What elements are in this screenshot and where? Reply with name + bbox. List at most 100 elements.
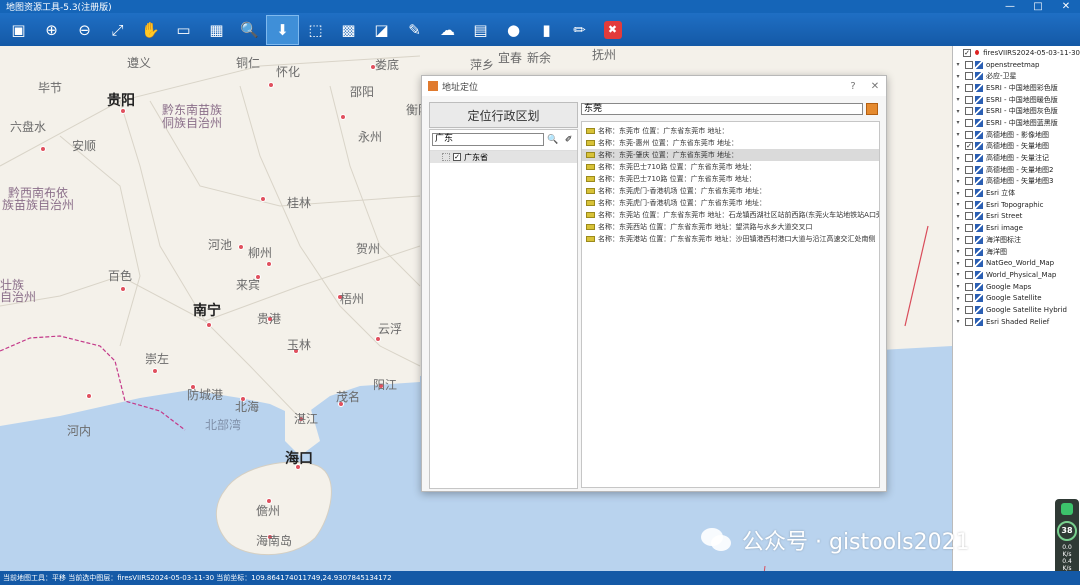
pan-button[interactable]: ✋	[134, 15, 167, 45]
layer-checkbox[interactable]	[965, 118, 973, 127]
result-item[interactable]: 名称：东莞-惠州 位置：广东省东莞市 地址：	[582, 137, 879, 149]
search-button[interactable]: 🔍	[233, 15, 266, 45]
expand-icon[interactable]: ▾	[953, 295, 963, 302]
layer-checkbox[interactable]	[965, 247, 973, 256]
expand-icon[interactable]: ▾	[953, 131, 963, 138]
layer-item[interactable]: ▾ 必应-卫星	[953, 70, 1080, 82]
expand-icon[interactable]: ▾	[953, 236, 963, 243]
layer-item[interactable]: ▾ ESRI - 中国地图蓝黑版	[953, 117, 1080, 129]
layer-item[interactable]: ▾ 高德地图 - 矢量地图3	[953, 176, 1080, 188]
layer-checkbox[interactable]	[965, 305, 973, 314]
layer-item[interactable]: ▾ ESRI - 中国地图暖色版	[953, 94, 1080, 106]
result-item[interactable]: 名称：东莞虎门-香港机场 位置：广东省东莞市 地址：	[582, 185, 879, 197]
layer-checkbox[interactable]: ✓	[963, 48, 972, 57]
layer-checkbox[interactable]	[965, 165, 973, 174]
expand-icon[interactable]: ▾	[953, 61, 963, 68]
full-extent-button[interactable]: ⤢	[101, 15, 134, 45]
close-window-button[interactable]: ✕	[1052, 0, 1080, 13]
measure-distance-button[interactable]: ▭	[167, 15, 200, 45]
layer-checkbox[interactable]	[965, 200, 973, 209]
layer-item[interactable]: ▾ Esri Street	[953, 211, 1080, 223]
expand-icon[interactable]	[442, 153, 450, 161]
expand-icon[interactable]: ▾	[953, 190, 963, 197]
select-box-button[interactable]: ⬚	[299, 15, 332, 45]
layer-checkbox[interactable]	[965, 83, 973, 92]
expand-icon[interactable]: ▾	[953, 318, 963, 325]
region-search-input[interactable]: 广东	[432, 133, 544, 146]
expand-icon[interactable]: ▾	[953, 166, 963, 173]
expand-icon[interactable]: ▾	[953, 73, 963, 80]
layer-item[interactable]: ▾ ✓ 高德地图 - 矢量地图	[953, 141, 1080, 153]
expand-icon[interactable]: ▾	[953, 271, 963, 278]
expand-icon[interactable]: ▾	[953, 108, 963, 115]
layer-checkbox[interactable]	[965, 177, 973, 186]
result-item[interactable]: 名称：东莞市 位置：广东省东莞市 地址：	[582, 125, 879, 137]
expand-icon[interactable]: ▾	[953, 119, 963, 126]
locate-button[interactable]: ⬇	[266, 14, 299, 45]
layer-checkbox[interactable]	[965, 107, 973, 116]
layer-item[interactable]: ▾ 海洋图	[953, 246, 1080, 258]
layer-checkbox[interactable]: ✓	[965, 142, 973, 151]
expand-icon[interactable]: ▾	[953, 84, 963, 91]
expand-icon[interactable]: ▾	[953, 248, 963, 255]
clear-button[interactable]: ◪	[365, 15, 398, 45]
address-search-input[interactable]: 东莞	[581, 103, 863, 115]
expand-icon[interactable]: ▾	[953, 155, 963, 162]
expand-icon[interactable]: ▾	[953, 283, 963, 290]
layer-checkbox[interactable]	[965, 154, 973, 163]
result-item[interactable]: 名称：东莞西站 位置：广东省东莞市 地址：望洪路与水乡大道交叉口	[582, 221, 879, 233]
save-button[interactable]: ▣	[2, 15, 35, 45]
search-icon[interactable]: 🔍	[547, 133, 560, 146]
layer-item[interactable]: ▾ Esri Topographic	[953, 199, 1080, 211]
expand-icon[interactable]: ▾	[953, 213, 963, 220]
layer-item[interactable]: ▾ 海洋图标注	[953, 234, 1080, 246]
layer-checkbox[interactable]	[965, 72, 973, 81]
expand-icon[interactable]: ▾	[953, 96, 963, 103]
layer-item[interactable]: ▾ Esri image	[953, 222, 1080, 234]
network-monitor-widget[interactable]: 38 0.0 K/s 0.4 K/s	[1055, 499, 1079, 581]
layer-item[interactable]: ▾ Esri 立体	[953, 187, 1080, 199]
result-item[interactable]: 名称：东莞站 位置：广东省东莞市 地址：石龙镇西湖社区站前西路(东莞火车站地铁站…	[582, 209, 879, 221]
layer-item[interactable]: ▾ openstreetmap	[953, 59, 1080, 71]
dialog-close-button[interactable]: ✕	[864, 81, 886, 92]
layer-checkbox[interactable]	[965, 235, 973, 244]
measure-area-button[interactable]: ▦	[200, 15, 233, 45]
layer-item[interactable]: ▾ Esri Shaded Relief	[953, 316, 1080, 328]
result-item[interactable]: 名称：东莞港站 位置：广东省东莞市 地址：沙田镇港西村港口大道与沿江高速交汇处南…	[582, 233, 879, 245]
address-search-button[interactable]	[866, 103, 878, 115]
tree-checkbox[interactable]: ✓	[453, 153, 461, 161]
dialog-help-button[interactable]: ?	[842, 81, 864, 92]
zoom-in-button[interactable]: ⊕	[35, 15, 68, 45]
expand-icon[interactable]: ▾	[953, 260, 963, 267]
expand-icon[interactable]: ▾	[953, 306, 963, 313]
book-button[interactable]: ▮	[530, 15, 563, 45]
layer-checkbox[interactable]	[965, 60, 973, 69]
layer-checkbox[interactable]	[965, 259, 973, 268]
cloud-button[interactable]: ☁	[431, 15, 464, 45]
edit-button[interactable]: ✏	[563, 15, 596, 45]
layer-checkbox[interactable]	[965, 189, 973, 198]
expand-icon[interactable]: ▾	[953, 225, 963, 232]
grid-button[interactable]: ▩	[332, 15, 365, 45]
layer-checkbox[interactable]	[965, 212, 973, 221]
locate-region-button[interactable]: 定位行政区划	[429, 102, 578, 128]
expand-icon[interactable]: ▾	[953, 201, 963, 208]
expand-icon[interactable]: ▾	[953, 178, 963, 185]
user-button[interactable]: ●	[497, 15, 530, 45]
layer-item[interactable]: ▾ Google Maps	[953, 281, 1080, 293]
minimize-button[interactable]: —	[996, 0, 1024, 13]
layer-item[interactable]: ▾ Google Satellite	[953, 292, 1080, 304]
layer-checkbox[interactable]	[965, 224, 973, 233]
expand-icon[interactable]: ▾	[953, 143, 963, 150]
clear-search-icon[interactable]: ✐	[562, 133, 575, 146]
layer-checkbox[interactable]	[965, 270, 973, 279]
zoom-out-button[interactable]: ⊖	[68, 15, 101, 45]
layer-checkbox[interactable]	[965, 95, 973, 104]
layers-button[interactable]: ▤	[464, 15, 497, 45]
result-item[interactable]: 名称：东莞-肇庆 位置：广东省东莞市 地址：	[582, 149, 879, 161]
layer-checkbox[interactable]	[965, 317, 973, 326]
tools-button[interactable]: ✎	[398, 15, 431, 45]
result-item[interactable]: 名称：东莞虎门-香港机场 位置：广东省东莞市 地址：	[582, 197, 879, 209]
result-item[interactable]: 名称：东莞巴士710路 位置：广东省东莞市 地址：	[582, 173, 879, 185]
layer-item[interactable]: ▾ ESRI - 中国地图彩色版	[953, 82, 1080, 94]
